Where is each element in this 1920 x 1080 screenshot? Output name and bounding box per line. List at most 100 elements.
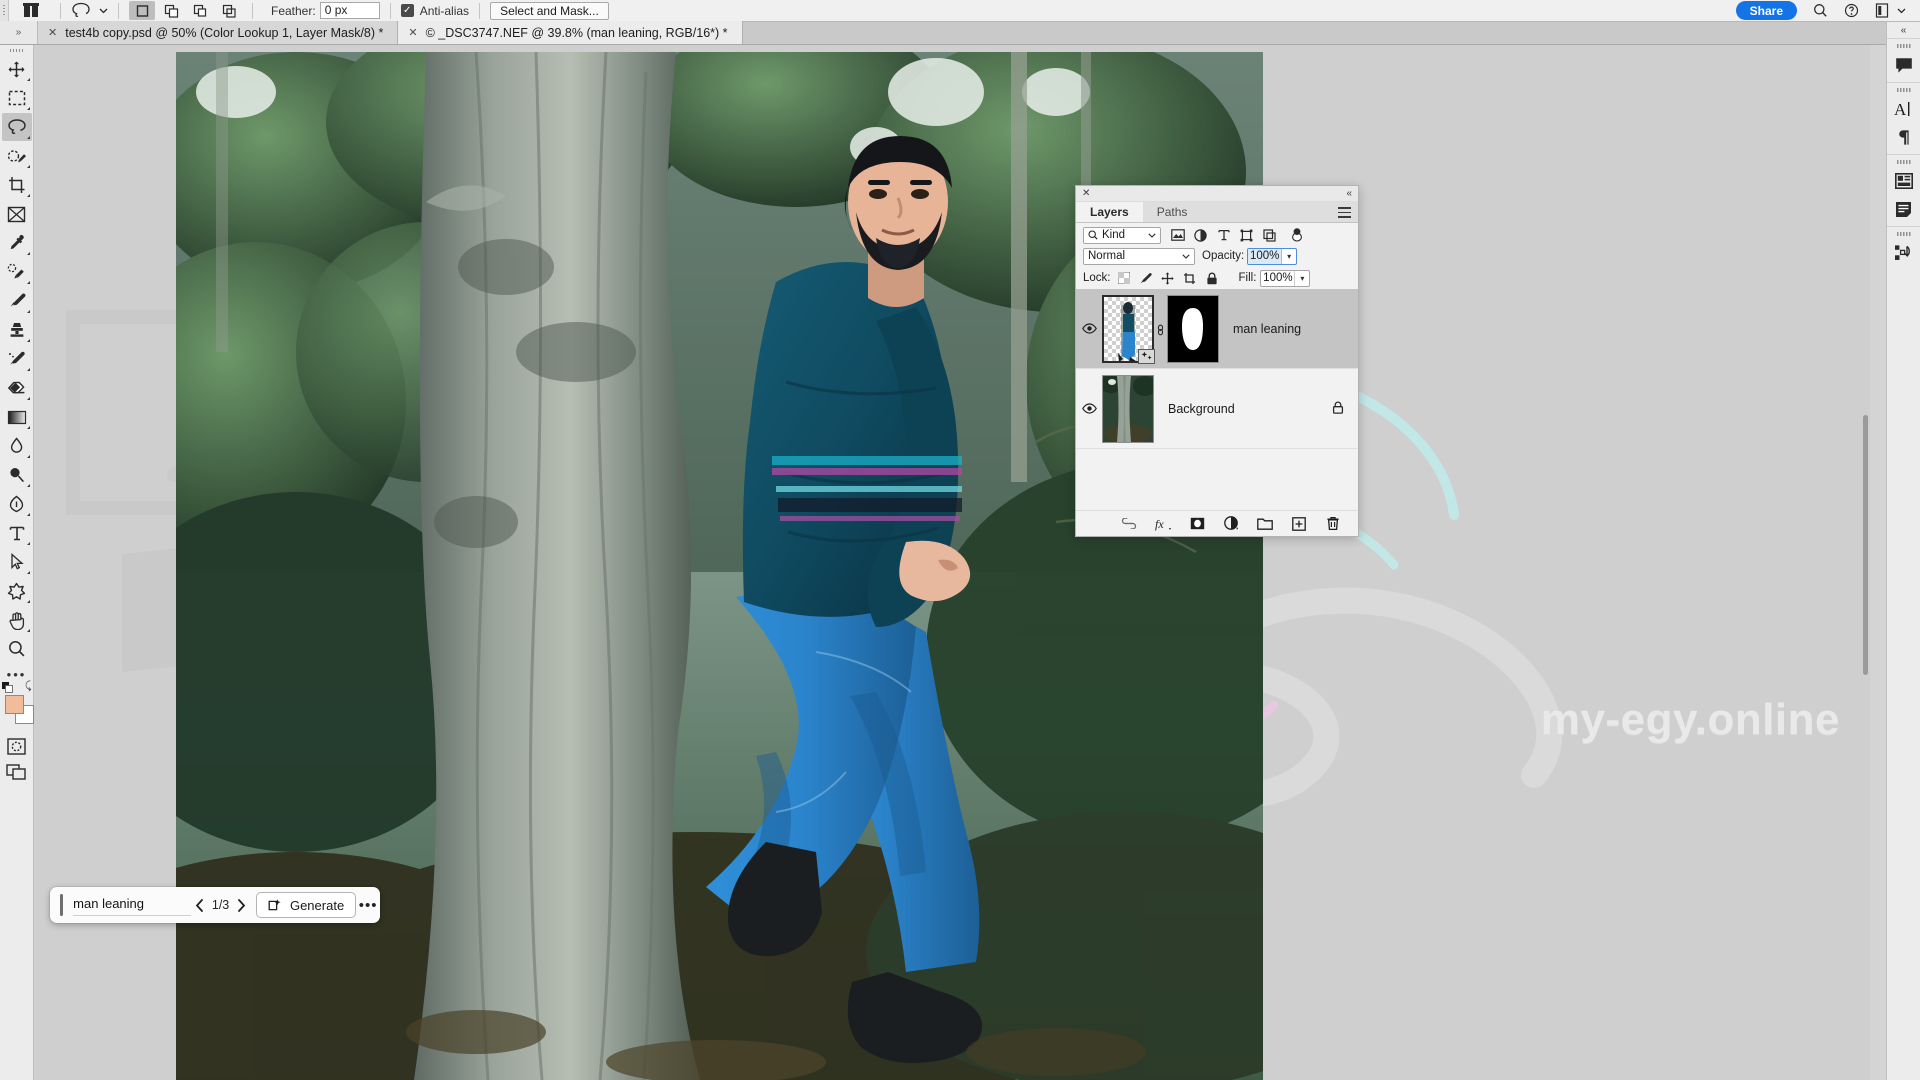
character-panel-button[interactable]: A	[1890, 95, 1918, 123]
double-chevron-icon[interactable]: «	[1887, 22, 1920, 38]
frame-tool[interactable]	[2, 200, 32, 228]
crop-tool[interactable]	[2, 171, 32, 199]
layer-row-man-leaning[interactable]: man leaning	[1076, 289, 1358, 369]
filter-toggle-button[interactable]	[1289, 228, 1304, 243]
workspace-caret[interactable]	[1893, 0, 1910, 21]
document-tab-1[interactable]: ✕ test4b copy.psd @ 50% (Color Lookup 1,…	[38, 21, 399, 44]
smart-filters-badge[interactable]	[1138, 348, 1155, 364]
lasso-tool[interactable]	[1, 113, 32, 141]
previous-variation-button[interactable]	[191, 892, 208, 918]
tab-layers[interactable]: Layers	[1076, 202, 1143, 222]
tab-paths[interactable]: Paths	[1143, 202, 1202, 222]
lock-all-button[interactable]	[1205, 271, 1219, 285]
share-button[interactable]: Share	[1735, 1, 1797, 20]
arrange-documents-button[interactable]: »	[0, 21, 38, 44]
clone-stamp-tool[interactable]	[2, 316, 32, 344]
layer-mask-thumbnail[interactable]	[1167, 294, 1219, 363]
lock-position-button[interactable]	[1161, 271, 1175, 285]
subtract-from-selection-button[interactable]	[187, 1, 213, 20]
libraries-panel-button[interactable]	[1890, 167, 1918, 195]
feather-input[interactable]: 0 px	[319, 2, 380, 19]
filter-pixel-button[interactable]	[1170, 228, 1185, 243]
eraser-tool[interactable]	[2, 374, 32, 402]
new-layer-button[interactable]	[1290, 515, 1308, 533]
filter-kind-select[interactable]: Kind	[1083, 226, 1161, 244]
filter-smart-object-button[interactable]	[1262, 228, 1277, 243]
new-selection-button[interactable]	[129, 1, 155, 20]
search-button[interactable]	[1809, 0, 1832, 21]
add-to-selection-button[interactable]	[158, 1, 184, 20]
home-button[interactable]	[19, 0, 44, 21]
prompt-input[interactable]	[73, 894, 192, 916]
eyedropper-tool[interactable]	[2, 229, 32, 257]
layer-visibility-toggle[interactable]	[1076, 403, 1102, 414]
blur-tool[interactable]	[2, 432, 32, 460]
move-tool[interactable]	[2, 55, 32, 83]
tool-preset-caret[interactable]	[95, 0, 112, 21]
delete-layer-button[interactable]	[1324, 515, 1342, 533]
layers-panel[interactable]: ✕ « Layers Paths Kind Normal Opacity: 10…	[1075, 185, 1359, 537]
default-colors-icon[interactable]	[1, 682, 13, 693]
next-variation-button[interactable]	[232, 892, 249, 918]
paragraph-panel-button[interactable]	[1890, 123, 1918, 151]
close-icon[interactable]: ✕	[1082, 188, 1090, 199]
layer-thumbnail[interactable]	[1102, 374, 1154, 443]
layer-name[interactable]: Background	[1168, 402, 1235, 416]
link-layers-button[interactable]	[1120, 515, 1138, 533]
layer-row-background[interactable]: Background	[1076, 369, 1358, 449]
path-selection-tool[interactable]	[2, 548, 32, 576]
spot-healing-brush-tool[interactable]	[2, 258, 32, 286]
layer-thumbnail-wrap[interactable]	[1102, 294, 1155, 364]
fill-value[interactable]: 100%	[1261, 271, 1294, 286]
antialias-checkbox[interactable]: ✓	[400, 4, 414, 17]
rectangular-marquee-tool[interactable]	[2, 84, 32, 112]
select-and-mask-button[interactable]: Select and Mask...	[490, 1, 609, 20]
rail-group-grip[interactable]	[1896, 160, 1911, 164]
options-bar-grip[interactable]	[0, 0, 9, 21]
opacity-value[interactable]: 100%	[1248, 248, 1282, 264]
history-panel-button[interactable]	[1890, 239, 1918, 267]
rail-group-grip[interactable]	[1896, 88, 1911, 92]
screen-mode-button[interactable]	[5, 762, 29, 782]
quick-mask-button[interactable]	[6, 736, 28, 756]
current-tool-button[interactable]	[67, 0, 95, 21]
layer-name[interactable]: man leaning	[1233, 322, 1301, 336]
layer-thumbnail-wrap[interactable]	[1102, 374, 1154, 443]
layers-panel-titlebar[interactable]: ✕ «	[1076, 186, 1358, 202]
foreground-color-swatch[interactable]	[4, 695, 24, 714]
lock-image-pixels-button[interactable]	[1139, 271, 1153, 285]
generate-button[interactable]: Generate	[255, 892, 357, 918]
brush-tool[interactable]	[2, 287, 32, 315]
new-adjustment-layer-button[interactable]	[1222, 515, 1240, 533]
rail-group-grip[interactable]	[1896, 232, 1911, 236]
close-icon[interactable]: ✕	[48, 26, 57, 39]
layer-mask-link-icon[interactable]	[1154, 322, 1167, 336]
type-tool[interactable]	[2, 519, 32, 547]
canvas-vertical-scrollbar[interactable]	[1863, 415, 1868, 675]
object-selection-tool[interactable]	[2, 142, 32, 170]
new-group-button[interactable]	[1256, 515, 1274, 533]
generate-more-button[interactable]: •••	[356, 892, 380, 918]
document-window[interactable]: my-egy.online	[34, 45, 1870, 1080]
tools-panel-grip[interactable]	[0, 45, 34, 55]
filter-shape-button[interactable]	[1239, 228, 1254, 243]
close-icon[interactable]: ✕	[408, 26, 417, 39]
layer-style-button[interactable]: fx	[1154, 515, 1172, 533]
properties-panel-button[interactable]	[1890, 195, 1918, 223]
swap-colors-icon[interactable]: ⤹	[25, 680, 32, 693]
workspace-button[interactable]	[1871, 0, 1893, 21]
zoom-tool[interactable]	[2, 635, 32, 663]
help-button[interactable]	[1840, 0, 1863, 21]
chevron-down-icon[interactable]: ▾	[1294, 270, 1309, 286]
hand-tool[interactable]	[2, 606, 32, 634]
gradient-tool[interactable]	[2, 403, 32, 431]
shape-tool[interactable]	[2, 577, 32, 605]
filter-adjustment-button[interactable]	[1193, 228, 1208, 243]
intersect-selection-button[interactable]	[216, 1, 242, 20]
panel-menu-icon[interactable]	[1338, 207, 1351, 218]
document-tab-2[interactable]: ✕ © _DSC3747.NEF @ 39.8% (man leaning, R…	[398, 21, 743, 44]
fill-field[interactable]: 100% ▾	[1260, 269, 1311, 287]
layer-list[interactable]: man leaning Background	[1076, 289, 1358, 510]
double-chevron-icon[interactable]: «	[1346, 188, 1352, 199]
add-layer-mask-button[interactable]	[1188, 515, 1206, 533]
